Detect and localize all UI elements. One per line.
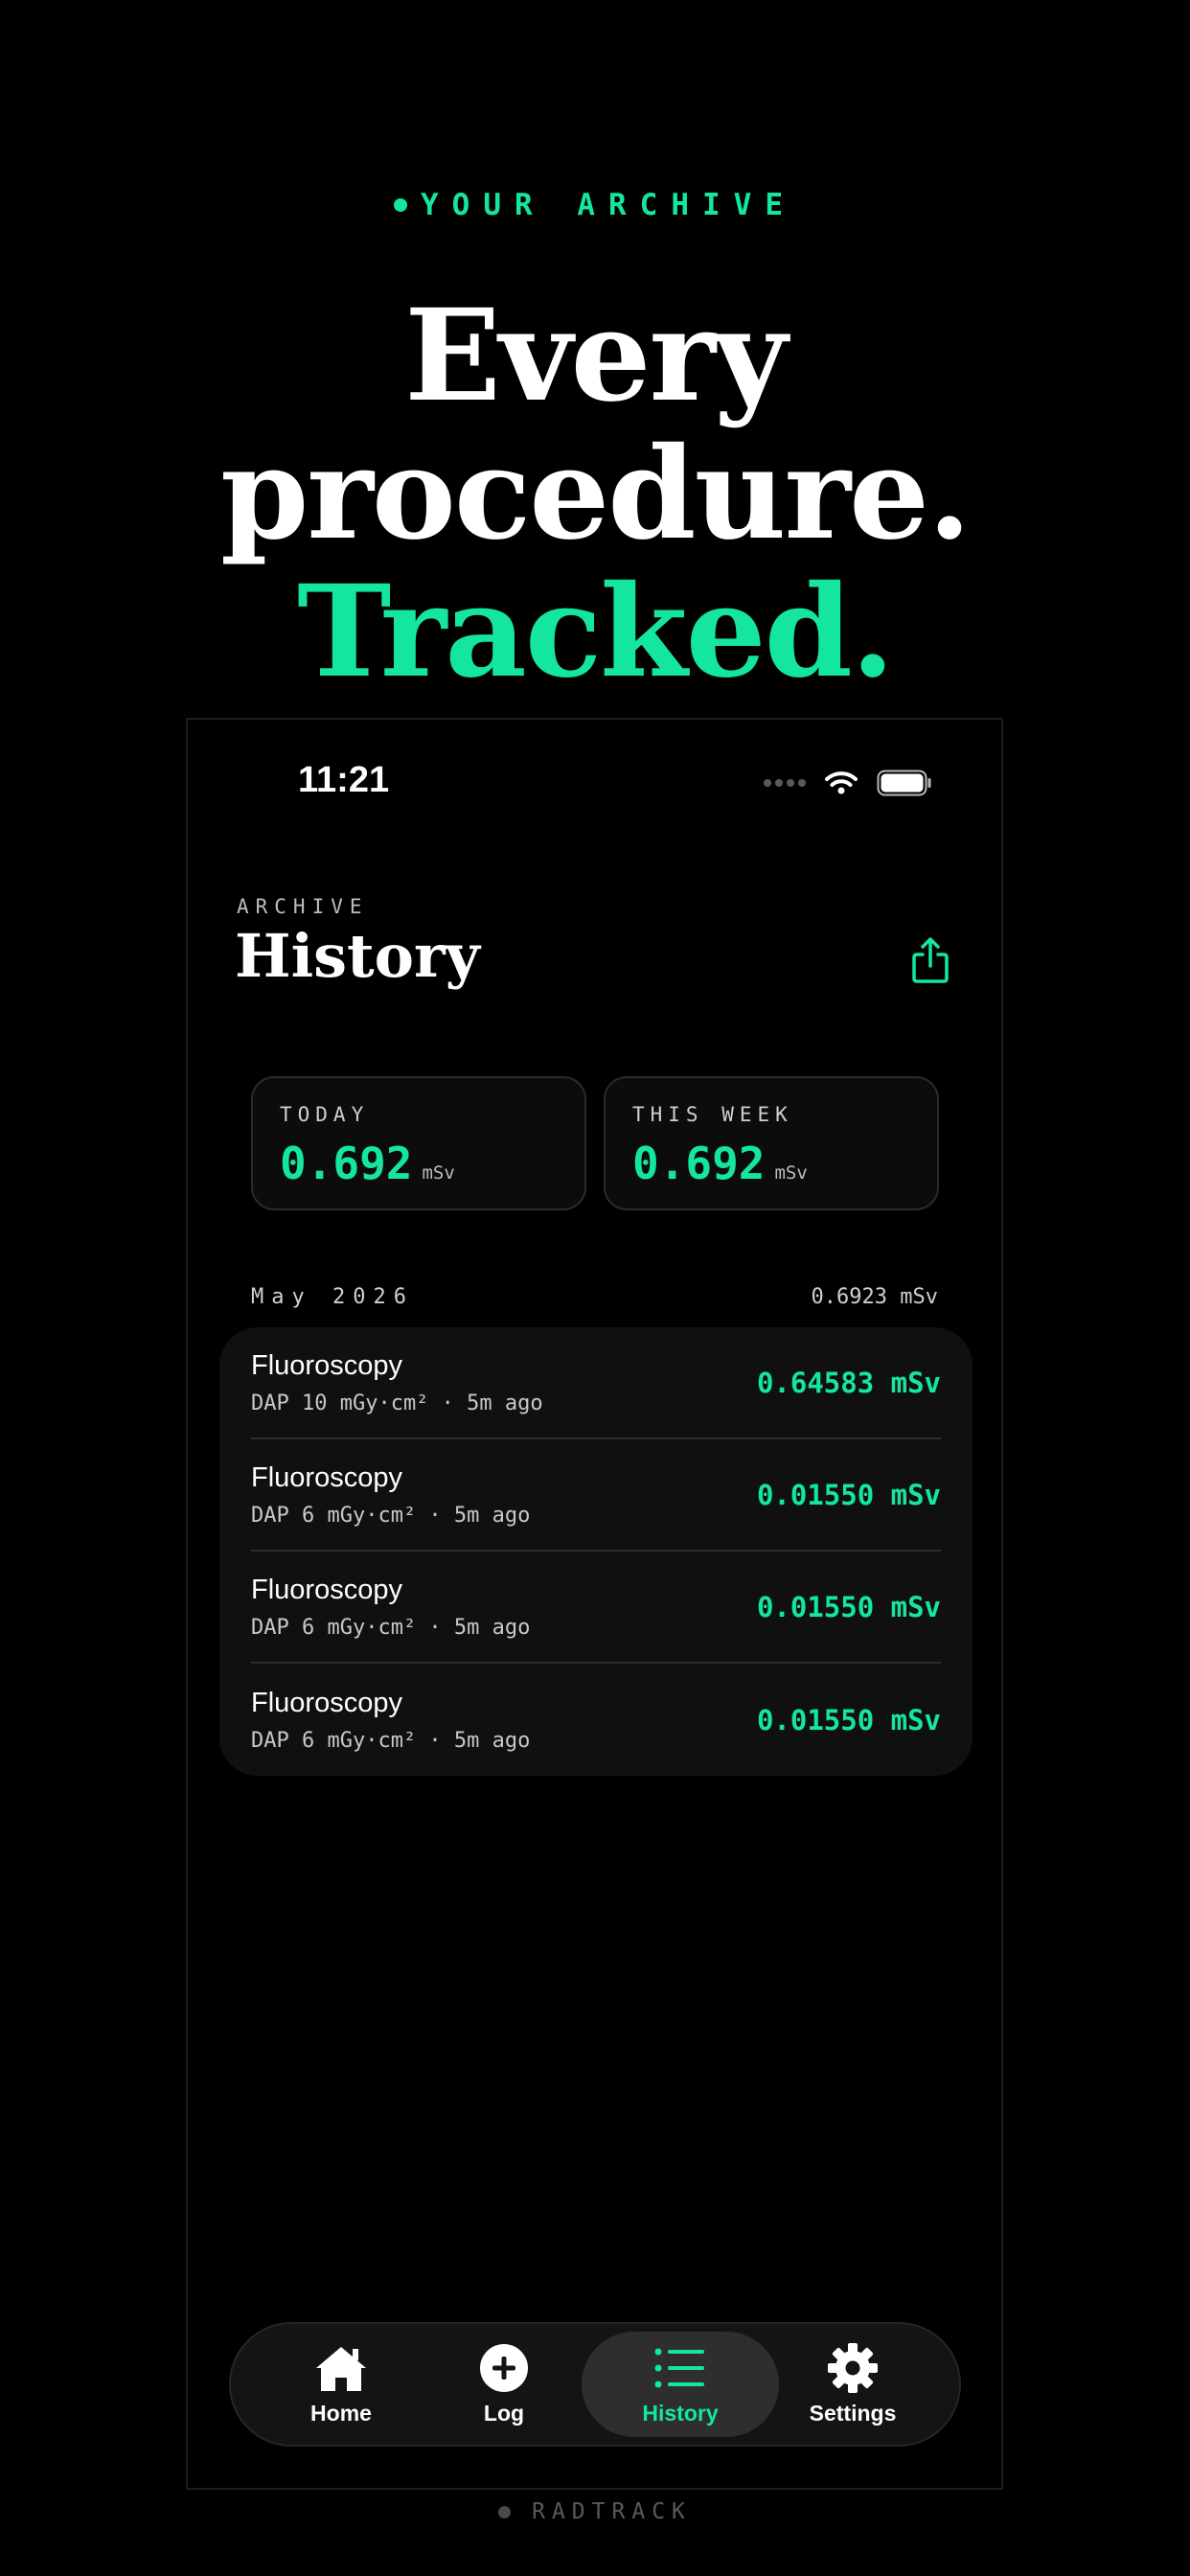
list-item[interactable]: Fluoroscopy DAP 6 mGy·cm² · 5m ago 0.015…	[251, 1552, 941, 1664]
stat-card-this-week: THIS WEEK 0.692 mSv	[604, 1076, 939, 1210]
share-icon	[912, 937, 949, 983]
dot-icon	[394, 198, 408, 212]
entry-name: Fluoroscopy	[251, 1461, 402, 1493]
tab-label: Home	[310, 2400, 372, 2426]
house-icon	[316, 2346, 366, 2391]
entry-meta: DAP 6 mGy·cm² · 5m ago	[251, 1728, 531, 1753]
tab-history[interactable]: History	[582, 2332, 779, 2437]
share-button[interactable]	[909, 935, 951, 985]
battery-icon	[877, 770, 931, 796]
wifi-icon	[825, 771, 858, 794]
footer-brand: RADTRACK	[0, 2499, 1190, 2524]
list-item[interactable]: Fluoroscopy DAP 6 mGy·cm² · 5m ago 0.015…	[251, 1439, 941, 1552]
headline-line-1: Every	[404, 282, 788, 430]
entry-list: Fluoroscopy DAP 10 mGy·cm² · 5m ago 0.64…	[219, 1327, 973, 1776]
status-icons	[764, 770, 932, 796]
list-item[interactable]: Fluoroscopy DAP 10 mGy·cm² · 5m ago 0.64…	[251, 1327, 941, 1439]
stat-unit: mSv	[422, 1162, 455, 1184]
headline-line-2: procedure.	[220, 420, 972, 568]
headline-line-3: Tracked.	[297, 558, 895, 706]
entry-meta: DAP 6 mGy·cm² · 5m ago	[251, 1615, 531, 1640]
tab-bar: Home Log History Settings	[229, 2322, 961, 2447]
stat-label: THIS WEEK	[632, 1103, 793, 1126]
list-icon	[654, 2348, 704, 2387]
entry-name: Fluoroscopy	[251, 1687, 402, 1718]
status-time: 11:21	[298, 760, 390, 800]
entry-dose: 0.01550 mSv	[756, 1703, 941, 1736]
page-title: History	[235, 921, 480, 991]
tab-settings[interactable]: Settings	[754, 2332, 951, 2437]
entry-name: Fluoroscopy	[251, 1349, 402, 1381]
entry-name: Fluoroscopy	[251, 1574, 402, 1605]
plus-circle-icon	[480, 2343, 528, 2392]
hero-eyebrow: YOUR ARCHIVE	[0, 188, 1190, 222]
dot-icon	[498, 2505, 512, 2518]
stat-unit: mSv	[774, 1162, 808, 1184]
tab-label: Log	[483, 2400, 525, 2426]
entry-dose: 0.01550 mSv	[756, 1590, 941, 1623]
month-label: May 2026	[251, 1285, 414, 1309]
hero-headline: Every procedure. Tracked.	[0, 288, 1190, 702]
hero-eyebrow-text: YOUR ARCHIVE	[421, 188, 796, 222]
month-total: 0.6923 mSv	[811, 1285, 938, 1309]
tab-log[interactable]: Log	[405, 2332, 603, 2437]
list-item[interactable]: Fluoroscopy DAP 6 mGy·cm² · 5m ago 0.015…	[251, 1664, 941, 1776]
stat-label: TODAY	[280, 1103, 370, 1126]
month-header: May 2026 0.6923 mSv	[251, 1285, 938, 1309]
tab-label: Settings	[809, 2400, 897, 2426]
stat-card-today: TODAY 0.692 mSv	[251, 1076, 586, 1210]
stat-value: 0.692	[632, 1138, 766, 1189]
gear-icon	[828, 2342, 878, 2393]
stat-value: 0.692	[280, 1138, 413, 1189]
entry-dose: 0.64583 mSv	[756, 1366, 941, 1399]
cellular-signal-icon	[764, 779, 806, 787]
phone-screen: 11:21 ARCHIVE History TODAY 0.692 mSv TH…	[186, 718, 1003, 2490]
entry-dose: 0.01550 mSv	[756, 1478, 941, 1511]
entry-meta: DAP 6 mGy·cm² · 5m ago	[251, 1503, 531, 1528]
footer-brand-text: RADTRACK	[532, 2499, 692, 2524]
tab-label: History	[642, 2400, 719, 2426]
section-eyebrow: ARCHIVE	[237, 895, 369, 918]
entry-meta: DAP 10 mGy·cm² · 5m ago	[251, 1391, 543, 1415]
